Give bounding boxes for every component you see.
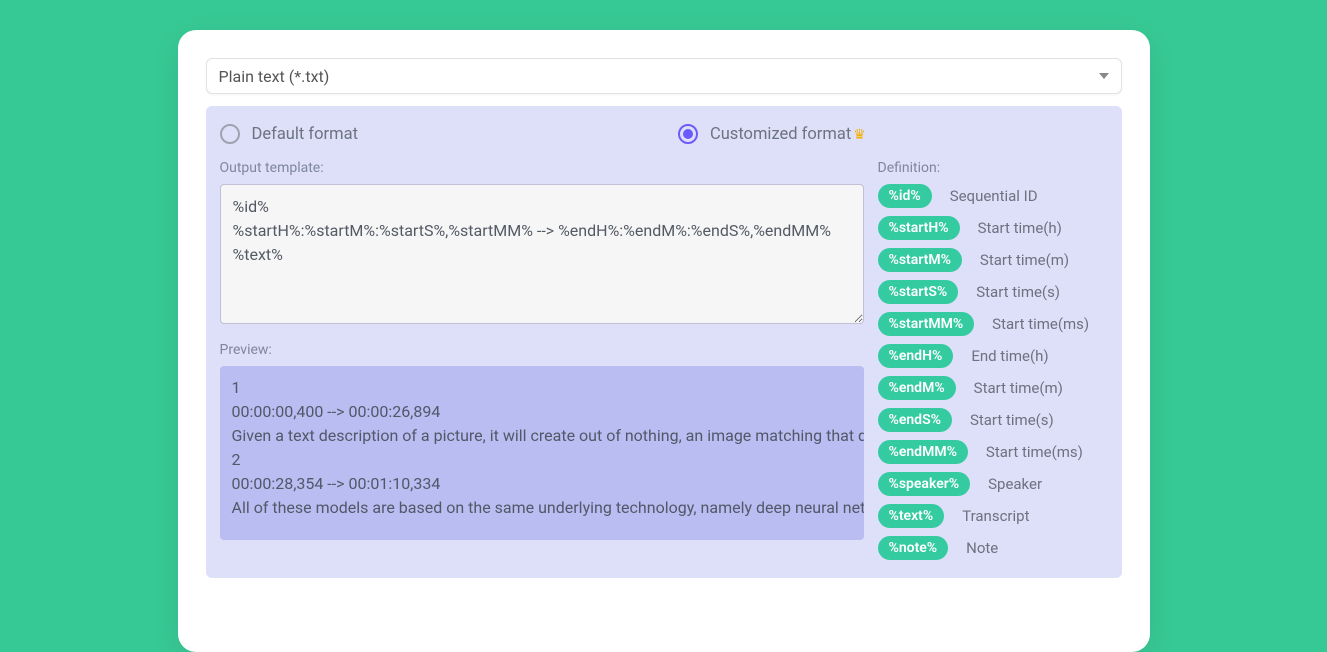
definition-description: Sequential ID xyxy=(950,187,1038,205)
definition-row: %endM% Start time(m) xyxy=(878,376,1108,400)
radio-icon xyxy=(678,124,698,144)
definition-description: Note xyxy=(966,539,998,557)
output-template-label: Output template: xyxy=(220,160,864,176)
definition-token-badge[interactable]: %text% xyxy=(878,504,945,528)
definition-token-badge[interactable]: %startS% xyxy=(878,280,959,304)
definition-token-badge[interactable]: %startH% xyxy=(878,216,960,240)
definition-description: Start time(m) xyxy=(974,379,1063,397)
file-format-select-row: Plain text (*.txt) xyxy=(206,58,1122,94)
definition-list: %id%Sequential ID%startH%Start time(h)%s… xyxy=(878,184,1108,560)
definition-row: %endMM% Start time(ms) xyxy=(878,440,1108,464)
export-settings-card: Plain text (*.txt) Default format Custom… xyxy=(178,30,1150,652)
crown-icon: ♛ xyxy=(853,127,866,143)
preview-area: Preview: 1 00:00:00,400 --> 00:00:26,894… xyxy=(220,342,864,540)
definition-token-badge[interactable]: %speaker% xyxy=(878,472,971,496)
definition-token-badge[interactable]: %note% xyxy=(878,536,949,560)
definition-description: Transcript xyxy=(962,507,1029,525)
definition-row: %startMM% Start time(ms) xyxy=(878,312,1108,336)
definition-token-badge[interactable]: %id% xyxy=(878,184,932,208)
definition-token-badge[interactable]: %endS% xyxy=(878,408,952,432)
format-radio-group: Default format Customized format♛ xyxy=(220,120,1108,160)
definition-description: End time(h) xyxy=(971,347,1048,365)
definition-token-badge[interactable]: %endM% xyxy=(878,376,956,400)
radio-customized-text: Customized format xyxy=(710,125,851,144)
definition-description: Start time(h) xyxy=(978,219,1062,237)
radio-customized-label: Customized format♛ xyxy=(710,125,866,144)
definition-row: %id% Sequential ID xyxy=(878,184,1108,208)
right-column: Definition: %id% Sequential ID %startH% Sta… xyxy=(878,160,1108,560)
definition-description: Start time(ms) xyxy=(986,443,1083,461)
radio-customized-format[interactable]: Customized format♛ xyxy=(678,124,866,144)
definition-row: %note% Note xyxy=(878,536,1108,560)
definition-description: Start time(s) xyxy=(970,411,1054,429)
definition-row: %text% Transcript xyxy=(878,504,1108,528)
radio-icon xyxy=(220,124,240,144)
definition-row: %startM% Start time(m) xyxy=(878,248,1108,272)
definition-row: %startH% Start time(h) xyxy=(878,216,1108,240)
file-format-select[interactable]: Plain text (*.txt) xyxy=(206,58,1122,94)
definition-token-badge[interactable]: %startMM% xyxy=(878,312,975,336)
definition-token-badge[interactable]: %endH% xyxy=(878,344,954,368)
definition-description: Start time(s) xyxy=(976,283,1060,301)
definition-row: %startS% Start time(s) xyxy=(878,280,1108,304)
definition-description: Start time(ms) xyxy=(992,315,1089,333)
definition-row: %endS% Start time(s) xyxy=(878,408,1108,432)
definition-row: %endH% End time(h) xyxy=(878,344,1108,368)
definition-description: Start time(m) xyxy=(980,251,1069,269)
preview-box[interactable]: 1 00:00:00,400 --> 00:00:26,894 Given a … xyxy=(220,366,864,540)
output-template-textarea[interactable] xyxy=(220,184,864,324)
definition-token-badge[interactable]: %startM% xyxy=(878,248,962,272)
panel-columns: Output template: Preview: 1 00:00:00,400… xyxy=(220,160,1108,560)
format-panel: Default format Customized format♛ Output… xyxy=(206,106,1122,578)
preview-label: Preview: xyxy=(220,342,864,358)
definition-token-badge[interactable]: %endMM% xyxy=(878,440,968,464)
definition-label: Definition: xyxy=(878,160,1108,176)
definition-description: Speaker xyxy=(988,475,1042,493)
left-column: Output template: Preview: 1 00:00:00,400… xyxy=(220,160,864,540)
chevron-down-icon xyxy=(1099,73,1109,79)
file-format-value: Plain text (*.txt) xyxy=(219,67,330,86)
radio-default-label: Default format xyxy=(252,125,358,144)
radio-default-format[interactable]: Default format xyxy=(220,124,358,144)
definition-row: %speaker% Speaker xyxy=(878,472,1108,496)
